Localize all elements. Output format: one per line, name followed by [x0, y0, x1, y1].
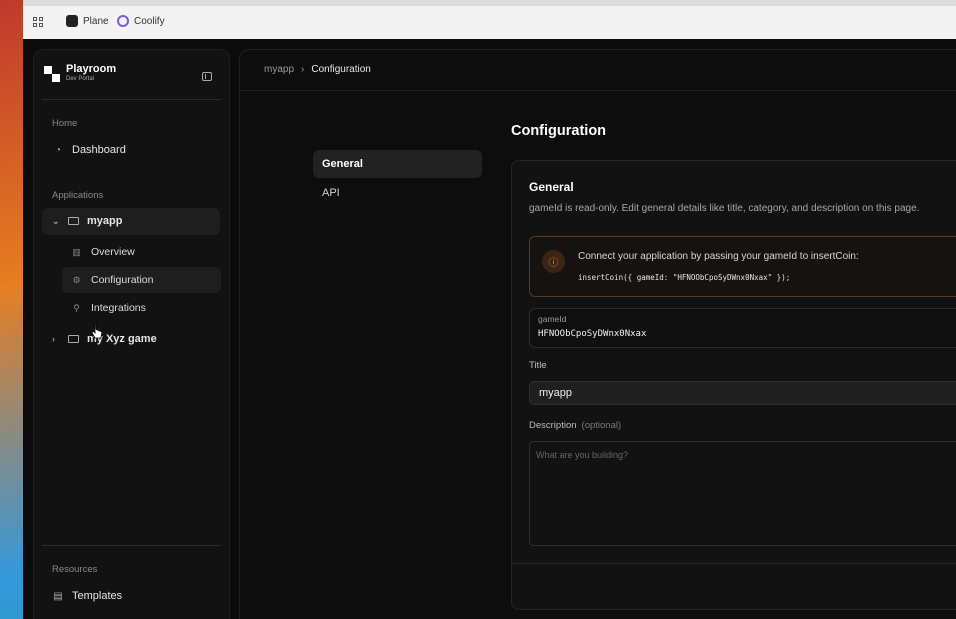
- gameid-value: HFNOObCpoSyDWnx0Nxax: [538, 329, 647, 339]
- folder-icon: [68, 217, 79, 225]
- sidebar-item-integrations[interactable]: ⚲ Integrations: [71, 302, 146, 314]
- mouse-pointer-icon: [91, 323, 103, 339]
- notice-code: insertCoin({ gameId: "HFNOObCpoSyDWnx0Nx…: [578, 273, 791, 282]
- gear-icon: ⚙: [72, 274, 81, 285]
- sidebar-item-configuration[interactable]: ⚙ Configuration: [71, 274, 153, 286]
- optional-hint: (optional): [581, 420, 622, 431]
- brand-name: Playroom: [66, 63, 117, 75]
- tab-general[interactable]: General: [313, 150, 482, 178]
- description-label: Description (optional): [529, 420, 622, 431]
- layout-template-icon: ▤: [53, 590, 63, 602]
- card-footer-divider: [512, 563, 956, 564]
- sidebar-toggle-icon[interactable]: [202, 72, 212, 81]
- description-textarea[interactable]: [529, 441, 956, 546]
- app-root: Playroom Dev Portal Home ◔ Dashboard App…: [23, 39, 956, 619]
- card-description: gameId is read-only. Edit general detail…: [529, 203, 920, 214]
- tab-api[interactable]: API: [313, 179, 482, 207]
- sidebar: Playroom Dev Portal Home ◔ Dashboard App…: [33, 49, 230, 619]
- brand-sub: Dev Portal: [66, 76, 95, 82]
- title-label: Title: [529, 360, 547, 371]
- bookmark-coolify[interactable]: Coolify: [117, 15, 165, 27]
- brand-logo[interactable]: Playroom Dev Portal: [44, 64, 116, 83]
- sidebar-item-dashboard[interactable]: ◔ Dashboard: [52, 144, 126, 156]
- chevron-right-icon: ›: [52, 334, 55, 344]
- plane-icon: [66, 15, 78, 27]
- info-icon: ⓘ: [542, 250, 565, 273]
- gameid-label: gameId: [538, 314, 567, 324]
- sidebar-item-templates[interactable]: ▤ Templates: [52, 590, 122, 602]
- title-input[interactable]: [529, 381, 956, 405]
- settings-tabs: General API: [313, 150, 482, 208]
- divider: [42, 99, 221, 100]
- bookmarks-bar: Plane Coolify: [23, 0, 956, 39]
- section-home: Home: [52, 118, 78, 129]
- gauge-icon: ◔: [54, 144, 62, 156]
- connect-notice: ⓘ Connect your application by passing yo…: [529, 236, 956, 297]
- plug-icon: ⚲: [73, 302, 80, 313]
- folder-icon: [68, 335, 79, 343]
- section-applications: Applications: [52, 190, 104, 201]
- divider: [240, 90, 956, 91]
- gameid-field: gameId HFNOObCpoSyDWnx0Nxax: [529, 308, 956, 348]
- general-card: General gameId is read-only. Edit genera…: [511, 160, 956, 610]
- chevron-right-icon: ›: [301, 64, 305, 75]
- browser-window: Plane Coolify Playroom Dev Portal Home ◔…: [23, 0, 956, 619]
- coolify-icon: [117, 15, 129, 27]
- breadcrumb-current: Configuration: [311, 64, 371, 75]
- apps-grid-icon[interactable]: [33, 17, 45, 29]
- sidebar-app-my-xyz-game[interactable]: › my Xyz game: [52, 333, 157, 345]
- main-content: myapp › Configuration General API Config…: [239, 49, 956, 619]
- chevron-down-icon: ⌄: [52, 215, 60, 226]
- breadcrumb-parent[interactable]: myapp: [264, 64, 294, 75]
- page-title: Configuration: [511, 123, 607, 139]
- card-title: General: [529, 180, 574, 194]
- bookmark-plane[interactable]: Plane: [66, 15, 109, 27]
- breadcrumb: myapp › Configuration: [264, 64, 371, 75]
- divider: [42, 545, 221, 546]
- sidebar-item-overview[interactable]: ▥ Overview: [71, 246, 135, 258]
- section-resources: Resources: [52, 564, 98, 575]
- notice-message: Connect your application by passing your…: [578, 251, 859, 262]
- bar-chart-icon: ▥: [72, 246, 81, 257]
- playroom-logo-icon: [44, 65, 60, 82]
- sidebar-app-myapp[interactable]: ⌄ myapp: [52, 215, 122, 227]
